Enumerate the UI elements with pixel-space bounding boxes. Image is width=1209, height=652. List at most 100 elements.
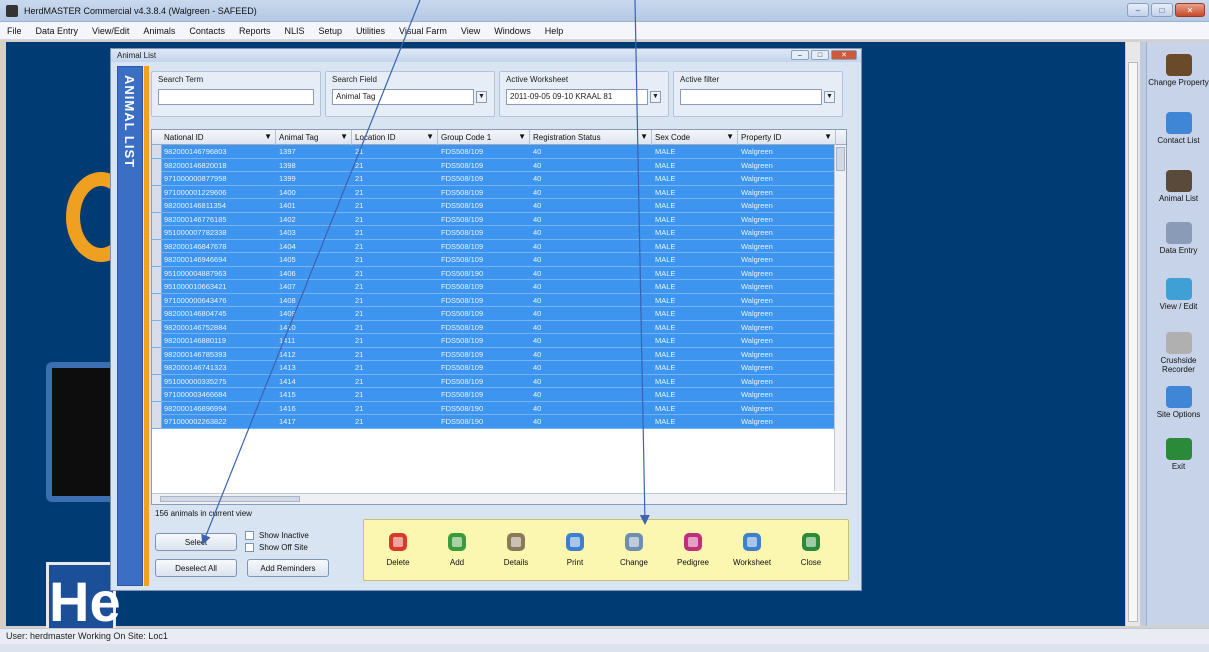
filter-icon[interactable]: ▼ [640, 132, 648, 141]
grid-vertical-scrollbar[interactable] [834, 145, 846, 491]
row-selector[interactable] [152, 415, 162, 428]
filter-icon[interactable]: ▼ [426, 132, 434, 141]
table-row[interactable]: 982000146811354 1401 21 FDS508/109 40 MALE Wal… [152, 199, 836, 213]
table-row[interactable]: 982000146946694 1405 21 FDS508/109 40 MALE Wal… [152, 253, 836, 267]
search-term-input[interactable] [158, 89, 314, 105]
filter-icon[interactable]: ▼ [518, 132, 526, 141]
select-button[interactable]: Select [155, 533, 237, 551]
child-minimize-button[interactable]: – [791, 50, 809, 60]
row-selector[interactable] [152, 185, 162, 199]
workspace-vertical-scrollbar[interactable] [1125, 42, 1140, 626]
row-selector[interactable] [152, 401, 162, 415]
print-button[interactable]: Print [551, 526, 599, 578]
delete-button[interactable]: Delete [374, 526, 422, 578]
close-button[interactable]: ✕ [1175, 3, 1205, 17]
active-filter-select[interactable] [680, 89, 822, 105]
row-selector[interactable] [152, 266, 162, 280]
table-row[interactable]: 982000146880119 1411 21 FDS508/109 40 MALE Wal… [152, 334, 836, 348]
minimize-button[interactable]: – [1127, 3, 1149, 17]
table-row[interactable]: 982000146776185 1402 21 FDS508/109 40 MALE Wal… [152, 212, 836, 226]
menu-data-entry[interactable]: Data Entry [29, 26, 86, 36]
menu-animals[interactable]: Animals [136, 26, 182, 36]
grid-hscroll-thumb[interactable] [160, 496, 300, 502]
menu-file[interactable]: File [0, 26, 29, 36]
change-button[interactable]: Change [610, 526, 658, 578]
column-header-group-code[interactable]: Group Code 1 ▼ [438, 130, 530, 145]
table-row[interactable]: 951000004887963 1406 21 FDS508/190 40 MALE Wal… [152, 266, 836, 280]
chevron-down-icon[interactable]: ▼ [650, 91, 661, 103]
sidebar-item-change-property[interactable]: Change Property [1147, 54, 1209, 87]
filter-icon[interactable]: ▼ [726, 132, 734, 141]
table-row[interactable]: 971000001229606 1400 21 FDS508/109 40 MALE Wal… [152, 185, 836, 199]
show-inactive-checkbox[interactable] [245, 531, 254, 540]
table-row[interactable]: 982000146796803 1397 21 FDS508/109 40 MALE Wal… [152, 145, 836, 159]
row-selector[interactable] [152, 361, 162, 374]
table-row[interactable]: 982000146847678 1404 21 FDS508/109 40 MALE Wal… [152, 239, 836, 253]
search-field-select[interactable]: Animal Tag [332, 89, 474, 105]
table-row[interactable]: 982000146896994 1416 21 FDS508/190 40 MALE Wal… [152, 401, 836, 415]
maximize-button[interactable]: □ [1151, 3, 1173, 17]
row-selector[interactable] [152, 253, 162, 266]
menu-setup[interactable]: Setup [311, 26, 349, 36]
grid-horizontal-scrollbar[interactable] [152, 493, 846, 504]
sidebar-item-crushside-recorder[interactable]: Crushside Recorder [1147, 332, 1209, 374]
menu-nlis[interactable]: NLIS [277, 26, 311, 36]
sidebar-item-contact-list[interactable]: Contact List [1147, 112, 1209, 145]
menu-windows[interactable]: Windows [487, 26, 538, 36]
chevron-down-icon[interactable]: ▼ [824, 91, 835, 103]
table-row[interactable]: 971000000877958 1399 21 FDS508/109 40 MALE Wal… [152, 172, 836, 186]
menu-utilities[interactable]: Utilities [349, 26, 392, 36]
row-selector[interactable] [152, 239, 162, 253]
column-header-property-id[interactable]: Property ID ▼ [738, 130, 836, 145]
scrollbar-thumb[interactable] [1128, 62, 1138, 622]
menu-view-edit[interactable]: View/Edit [85, 26, 136, 36]
add-reminders-button[interactable]: Add Reminders [247, 559, 329, 577]
show-off-site-checkbox[interactable] [245, 543, 254, 552]
add-button[interactable]: Add [433, 526, 481, 578]
filter-icon[interactable]: ▼ [340, 132, 348, 141]
table-row[interactable]: 982000146752884 1410 21 FDS508/109 40 MALE Wal… [152, 320, 836, 334]
row-selector[interactable] [152, 145, 162, 158]
menu-contacts[interactable]: Contacts [182, 26, 232, 36]
table-row[interactable]: 982000146741323 1413 21 FDS508/109 40 MALE Wal… [152, 361, 836, 375]
row-selector[interactable] [152, 388, 162, 401]
row-selector[interactable] [152, 226, 162, 239]
column-header-national-id[interactable]: National ID ▼ [152, 130, 276, 145]
column-header-location-id[interactable]: Location ID ▼ [352, 130, 438, 145]
column-header-sex-code[interactable]: Sex Code ▼ [652, 130, 738, 145]
table-row[interactable]: 982000146820018 1398 21 FDS508/109 40 MALE Wal… [152, 158, 836, 172]
row-selector[interactable] [152, 212, 162, 226]
sidebar-item-view-edit[interactable]: View / Edit [1147, 278, 1209, 311]
deselect-all-button[interactable]: Deselect All [155, 559, 237, 577]
row-selector[interactable] [152, 158, 162, 172]
sidebar-item-site-options[interactable]: Site Options [1147, 386, 1209, 419]
row-selector[interactable] [152, 334, 162, 347]
row-selector[interactable] [152, 307, 162, 320]
filter-icon[interactable]: ▼ [824, 132, 832, 141]
column-header-animal-tag[interactable]: Animal Tag ▼ [276, 130, 352, 145]
sidebar-item-animal-list[interactable]: Animal List [1147, 170, 1209, 203]
table-row[interactable]: 982000146785393 1412 21 FDS508/109 40 MALE Wal… [152, 347, 836, 361]
pedigree-button[interactable]: Pedigree [669, 526, 717, 578]
details-button[interactable]: Details [492, 526, 540, 578]
menu-visual-farm[interactable]: Visual Farm [392, 26, 454, 36]
table-row[interactable]: 971000000643476 1408 21 FDS508/109 40 MALE Wal… [152, 293, 836, 307]
close-button[interactable]: Close [787, 526, 835, 578]
table-row[interactable]: 971000003466684 1415 21 FDS508/109 40 MALE Wal… [152, 388, 836, 402]
row-selector[interactable] [152, 320, 162, 334]
child-close-button[interactable]: ✕ [831, 50, 857, 60]
child-maximize-button[interactable]: □ [811, 50, 829, 60]
table-row[interactable]: 951000000335275 1414 21 FDS508/109 40 MALE Wal… [152, 374, 836, 388]
row-selector[interactable] [152, 293, 162, 307]
active-worksheet-select[interactable]: 2011-09-05 09-10 KRAAL 81 [506, 89, 648, 105]
chevron-down-icon[interactable]: ▼ [476, 91, 487, 103]
table-row[interactable]: 951000010663421 1407 21 FDS508/109 40 MALE Wal… [152, 280, 836, 294]
table-row[interactable]: 951000007782338 1403 21 FDS508/109 40 MALE Wal… [152, 226, 836, 240]
table-row[interactable]: 971000002263822 1417 21 FDS508/190 40 MALE Wal… [152, 415, 836, 429]
row-selector[interactable] [152, 347, 162, 361]
filter-icon[interactable]: ▼ [264, 132, 272, 141]
menu-reports[interactable]: Reports [232, 26, 278, 36]
row-selector[interactable] [152, 199, 162, 212]
sidebar-item-exit[interactable]: Exit [1147, 438, 1209, 471]
sidebar-item-data-entry[interactable]: Data Entry [1147, 222, 1209, 255]
